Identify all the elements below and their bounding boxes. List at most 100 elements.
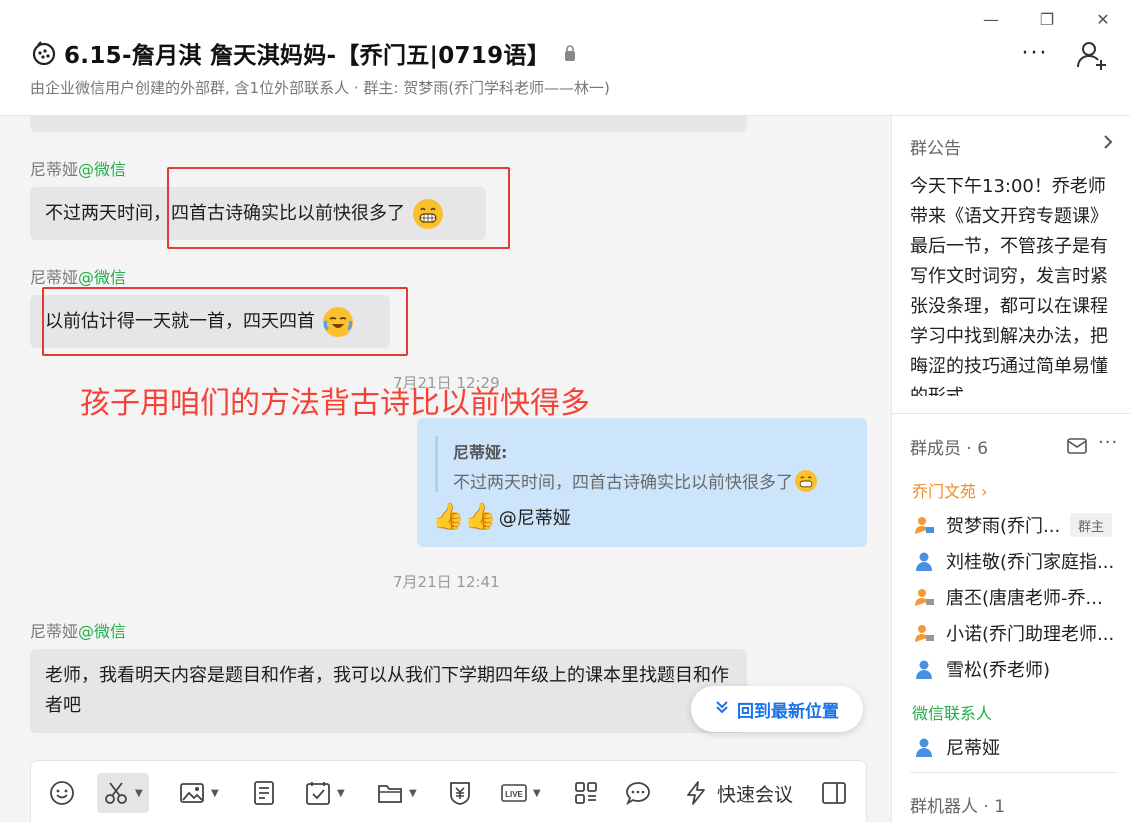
apps-button[interactable] [573,773,599,813]
svg-text:LIVE: LIVE [505,790,523,799]
owner-badge: 群主 [1070,513,1112,537]
image-icon [180,783,204,803]
caret-down-icon[interactable]: ▼ [533,788,541,799]
member-blue-icon [916,738,932,757]
message-sender[interactable]: 尼蒂娅@微信 [30,264,126,288]
emoji-button[interactable] [49,773,75,813]
sender-name[interactable]: 尼蒂娅 [30,268,78,287]
quick-meeting-label: 快速会议 [717,783,794,806]
caret-down-icon[interactable]: ▼ [211,788,219,799]
group-subtitle: 由企业微信用户创建的外部群, 含1位外部联系人 · 群主: 贺梦雨(乔门学科老师… [30,79,610,97]
folder-icon [378,785,402,803]
title-row: 6.15-詹月淇 詹天淇妈妈-【乔门五|0719语】 [30,36,576,70]
chat-search-button[interactable] [625,773,651,813]
caret-down-icon[interactable]: ▼ [409,788,417,799]
message-text: 老师，我看明天内容是题目和作者，我可以从我们下学期四年级上的课本里找题目和作者吧 [45,665,729,716]
annotation-text: 孩子用咱们的方法背古诗比以前快得多 [80,386,590,421]
member-orange-pc-icon [915,589,934,606]
payment-button[interactable] [447,773,473,813]
message-sender[interactable]: 尼蒂娅@微信 [30,618,126,642]
my-message-content: 👍👍 @尼蒂娅 [432,504,571,530]
divider [910,772,1116,773]
member-name: 贺梦雨(乔门... [946,516,1061,537]
message-bubble[interactable]: 老师，我看明天内容是题目和作者，我可以从我们下学期四年级上的课本里找题目和作者吧 [30,649,747,733]
robots-title[interactable]: 群机器人 · 1 [910,792,1005,817]
quoted-text: 不过两天时间，四首古诗确实比以前快很多了 [453,473,793,493]
sender-tag: @微信 [78,160,127,179]
screenshot-button[interactable]: ▼ [97,773,149,813]
document-icon [254,781,274,805]
group-info-panel: 群公告 今天下午13:00！乔老师带来《语文开窍专题课》最后一节，不管孩子是有写… [891,116,1130,822]
jump-label: 回到最新位置 [737,701,839,722]
members-more-icon[interactable]: ··· [1098,432,1118,453]
message-text: 不过两天时间， [45,203,171,224]
message-sender[interactable]: 尼蒂娅@微信 [30,156,126,180]
quoted-message[interactable]: 不过两天时间，四首古诗确实比以前快很多了 [453,468,817,493]
member-blue-icon [916,552,932,571]
sender-name[interactable]: 尼蒂娅 [30,160,78,179]
scissors-icon [105,782,127,804]
calendar-check-icon [306,782,330,805]
highlight-box [42,287,408,356]
chat-header: 6.15-詹月淇 詹天淇妈妈-【乔门五|0719语】 由企业微信用户创建的外部群… [0,0,1130,116]
caret-down-icon[interactable]: ▼ [337,788,345,799]
grin-emoji-icon [795,469,817,492]
image-button[interactable]: ▼ [179,773,219,813]
member-name: 小诺(乔门助理老师... [946,624,1115,645]
quote-bar [435,436,438,492]
lightning-icon [687,781,705,805]
group-avatar-icon[interactable] [30,39,58,67]
member-name: 尼蒂娅 [946,738,1000,759]
member-name: 唐丕(唐唐老师-乔... [946,588,1103,609]
wechat-group-label: 微信联系人 [912,704,993,723]
divider [892,413,1130,414]
live-button[interactable]: LIVE ▼ [501,773,541,813]
caret-down-icon[interactable]: ▼ [135,788,143,799]
group-notice[interactable]: 今天下午13:00！乔老师带来《语文开窍专题课》最后一节，不管孩子是有写作文时词… [910,172,1122,396]
notice-title[interactable]: 群公告 [910,134,961,159]
member-item[interactable]: 小诺(乔门助理老师... [914,620,1114,646]
document-button[interactable] [251,773,277,813]
member-item[interactable]: 雪松(乔老师) [914,656,1050,682]
previous-message-bubble [30,116,747,132]
lock-icon [565,45,576,61]
member-item[interactable]: 唐丕(唐唐老师-乔... [914,584,1103,610]
thumbs-up-icon: 👍👍 [432,502,497,532]
yuan-shield-icon [450,782,470,805]
mail-icon[interactable] [1067,438,1087,454]
highlight-box [167,167,510,249]
member-blue-icon [916,660,932,679]
live-icon: LIVE [501,784,527,802]
schedule-button[interactable]: ▼ [305,773,345,813]
double-chevron-down-icon [715,700,729,718]
mention-text[interactable]: @尼蒂娅 [499,504,571,530]
member-orange-pc-icon [915,625,934,642]
sidebar-toggle-icon [822,782,846,804]
quick-meeting-button[interactable]: 快速会议 [683,773,793,813]
member-orange-pc-icon [915,517,934,534]
sender-tag: @微信 [78,622,127,641]
toggle-sidebar-button[interactable] [821,773,847,813]
chevron-right-icon[interactable] [1102,134,1114,155]
org-group-label[interactable]: 乔门文苑 › [912,478,988,502]
sender-name[interactable]: 尼蒂娅 [30,622,78,641]
my-message-bubble[interactable]: 尼蒂娅: 不过两天时间，四首古诗确实比以前快很多了 👍👍 @尼蒂娅 [417,418,867,547]
add-member-icon[interactable] [1075,38,1109,72]
members-title: 群成员 · 6 [910,439,989,459]
member-item[interactable]: 尼蒂娅 [914,734,1000,760]
chat-area[interactable]: 尼蒂娅@微信 不过两天时间，四首古诗确实比以前快很多了 尼蒂娅@微信 以前估计得… [0,116,891,822]
more-options-button[interactable]: ··· [1018,38,1052,68]
member-name: 刘桂敬(乔门家庭指... [946,552,1115,573]
member-name: 雪松(乔老师) [946,660,1051,681]
input-toolbar: ▼ ▼ ▼ ▼ LIVE ▼ 快速会议 [30,760,867,822]
member-item[interactable]: 刘桂敬(乔门家庭指... [914,548,1114,574]
page-title: 6.15-詹月淇 詹天淇妈妈-【乔门五|0719语】 [64,43,551,69]
member-item[interactable]: 贺梦雨(乔门... [914,512,1060,538]
jump-to-latest-button[interactable]: 回到最新位置 [691,686,863,732]
timestamp: 7月21日 12:41 [393,573,500,591]
smiley-icon [50,781,74,805]
file-button[interactable]: ▼ [377,773,417,813]
apps-grid-icon [575,782,597,804]
chat-bubble-icon [626,782,650,806]
sender-tag: @微信 [78,268,127,287]
